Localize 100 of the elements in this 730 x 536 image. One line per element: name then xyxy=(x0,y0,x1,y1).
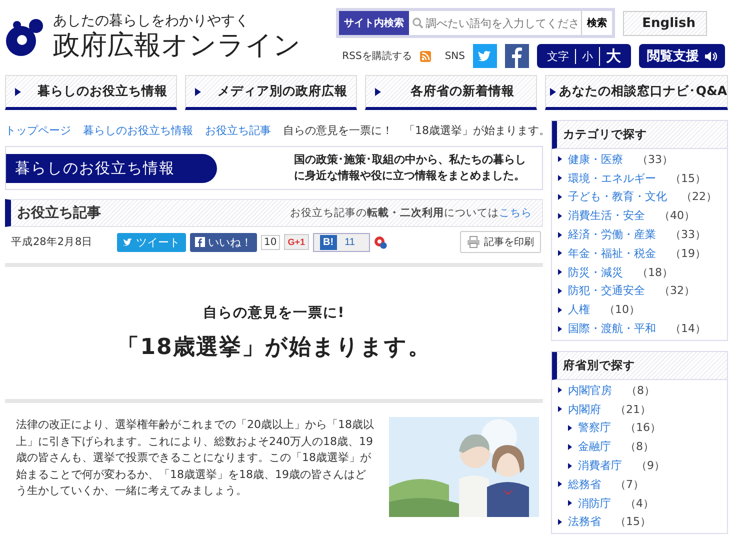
category-link[interactable]: 防災・減災 xyxy=(568,264,623,280)
category-link[interactable]: 総務省 xyxy=(568,476,601,492)
banner-description: 国の政策･施策･取組の中から、私たちの暮らしに身近な情報や役に立つ情報をまとめました。 xyxy=(294,152,527,184)
print-button[interactable]: 記事を印刷 xyxy=(460,231,541,253)
bullet-icon xyxy=(558,288,562,294)
bullet-icon xyxy=(558,156,562,162)
caret-icon xyxy=(374,88,381,96)
article-count: （32） xyxy=(659,283,695,298)
article-count: （15） xyxy=(615,514,651,530)
rss-link[interactable]: RSSを購読する xyxy=(342,49,412,63)
bullet-icon xyxy=(558,232,562,238)
category-link[interactable]: 防犯・交通安全 xyxy=(568,283,645,298)
category-link[interactable]: 内閣官房 xyxy=(568,382,612,398)
category-link[interactable]: 金融庁 xyxy=(578,439,611,454)
sidebar-heading: 府省別で探す xyxy=(552,352,727,380)
sidebar-heading: カテゴリで探す xyxy=(552,121,727,149)
category-link[interactable]: 環境・エネルギー xyxy=(568,170,656,186)
article-count: （18） xyxy=(637,264,673,280)
category-link[interactable]: 年金・福祉・税金 xyxy=(568,246,656,261)
english-link[interactable]: English xyxy=(623,10,708,36)
article-count: （33） xyxy=(670,227,706,242)
search-field[interactable]: 調べたい語句を入力してくださ xyxy=(409,11,582,35)
nav-tab[interactable]: 暮らしのお役立ち情報 xyxy=(5,75,177,110)
section-title: お役立ち記事 xyxy=(17,204,101,222)
bullet-icon xyxy=(558,387,562,394)
category-link[interactable]: 消費生活・安全 xyxy=(568,208,645,224)
bullet-icon xyxy=(558,326,562,332)
bookmark-button[interactable]: B! 11 xyxy=(313,232,370,252)
category-link[interactable]: 国際・渡航・平和 xyxy=(568,321,656,336)
bullet-icon xyxy=(558,406,562,412)
category-link[interactable]: 内閣府 xyxy=(568,402,601,417)
nav-tab[interactable]: メディア別の政府広報 xyxy=(184,75,357,110)
article-count: （40） xyxy=(659,208,695,224)
article-count: （9） xyxy=(636,458,665,474)
site-tagline: あしたの暮らしをわかりやすく xyxy=(53,12,250,30)
text-size-control[interactable]: 文字 小 大 xyxy=(537,44,631,68)
article-count: （21） xyxy=(615,402,651,417)
search-label: サイト内検索 xyxy=(339,11,410,35)
bullet-icon xyxy=(568,444,572,450)
article-count: （4） xyxy=(625,496,654,511)
caret-icon xyxy=(550,88,556,96)
category-link[interactable]: 子ども・教育・文化 xyxy=(568,189,667,204)
google-plus-button[interactable]: G+1 xyxy=(284,234,309,250)
bullet-icon xyxy=(558,194,562,200)
facebook-icon[interactable] xyxy=(505,44,529,68)
banner-title: 暮らしのお役立ち情報 xyxy=(6,154,217,182)
article-subtitle: 自らの意見を一票に! xyxy=(202,304,346,322)
article-title: 「18歳選挙」が始まります。 xyxy=(117,334,431,362)
bullet-icon xyxy=(558,481,562,488)
tweet-button[interactable]: ツイート xyxy=(117,232,186,252)
category-link[interactable]: 消費者庁 xyxy=(578,458,622,474)
category-link[interactable]: 消防庁 xyxy=(578,496,611,511)
bullet-icon xyxy=(558,175,562,182)
bookmark-add-icon[interactable] xyxy=(374,236,387,248)
sns-label: SNS xyxy=(444,50,465,62)
caret-icon xyxy=(15,88,21,96)
bullet-icon xyxy=(568,462,572,469)
category-link[interactable]: 警察庁 xyxy=(578,420,611,436)
like-button[interactable]: いいね！ xyxy=(190,232,257,252)
caret-icon xyxy=(194,88,201,96)
article-count: （7） xyxy=(615,476,644,492)
article-count: （8） xyxy=(625,439,654,454)
bullet-icon xyxy=(558,518,562,525)
accessibility-button[interactable]: 閲覧支援 xyxy=(639,44,725,68)
article-count: （19） xyxy=(670,246,706,261)
breadcrumb-link[interactable]: 暮らしのお役立ち情報 xyxy=(83,122,193,138)
category-link[interactable]: 人権 xyxy=(568,302,590,318)
bullet-icon xyxy=(568,424,572,431)
twitter-bird-icon[interactable] xyxy=(473,44,497,68)
nav-tab[interactable]: 各府省の新着情報 xyxy=(364,75,537,110)
article-count: （22） xyxy=(681,189,717,204)
article-date: 平成28年2月8日 xyxy=(11,235,94,249)
article-count: （16） xyxy=(625,420,661,436)
facebook-icon xyxy=(195,237,205,247)
bullet-icon xyxy=(558,306,562,313)
search-icon xyxy=(412,17,424,29)
bullet-icon xyxy=(558,250,562,256)
site-title: 政府広報オンライン xyxy=(53,30,301,62)
like-count: 10 xyxy=(261,234,280,250)
bullet-icon xyxy=(558,269,562,276)
category-link[interactable]: 法務省 xyxy=(568,514,601,530)
bullet-icon xyxy=(558,212,562,219)
bird-icon xyxy=(123,238,133,246)
article-count: （8） xyxy=(626,382,655,398)
speaker-icon xyxy=(705,50,717,62)
reuse-note: お役立ち記事の転載・二次利用については こちら xyxy=(290,206,532,220)
article-count: （10） xyxy=(604,302,640,318)
category-link[interactable]: 経済・労働・産業 xyxy=(568,227,656,242)
printer-icon xyxy=(467,236,480,248)
reuse-link[interactable]: こちら xyxy=(499,207,532,219)
search-button[interactable]: 検索 xyxy=(581,11,612,35)
article-count: （33） xyxy=(637,152,673,167)
bullet-icon xyxy=(568,500,572,506)
article-intro: 法律の改正により、選挙権年齢がこれまでの「20歳以上」から「18歳以上」に引き下げられます。これにより、総数およそ240万人の18歳、19歳の皆さんも、選挙で投票できることになります。この「18歳選挙」が始まることで何が変わるか、「18歳選挙」を18歳、19歳の皆さんはどう生かしていくか、一緒に考えてみましょう。 xyxy=(16,417,375,499)
category-link[interactable]: 健康・医療 xyxy=(568,152,623,167)
breadcrumb-link[interactable]: お役立ち記事 xyxy=(205,122,271,138)
breadcrumb-current: 自らの意見を一票に！ 「18歳選挙」が始まります。 xyxy=(283,122,550,138)
breadcrumb-link[interactable]: トップページ xyxy=(5,122,71,138)
nav-tab[interactable]: あなたの相談窓口ナビ･Q&A xyxy=(544,75,728,110)
article-count: （15） xyxy=(670,170,706,186)
